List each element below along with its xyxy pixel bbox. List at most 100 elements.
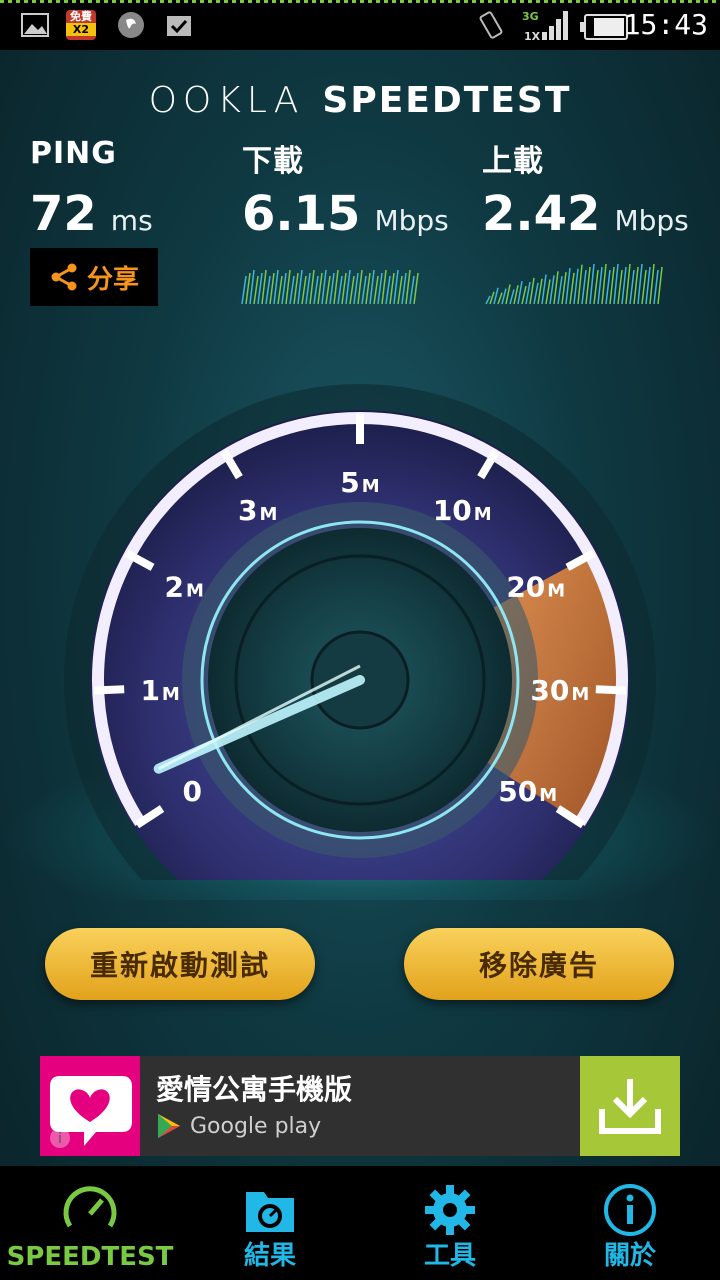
sparkline-bar — [517, 281, 523, 305]
sparkline-bar — [617, 269, 623, 305]
sparkline-bar — [293, 272, 299, 305]
bottom-nav: SPEEDTEST 結果 工具 關於 — [0, 1166, 720, 1280]
download-unit: Mbps — [374, 204, 449, 237]
ad-banner[interactable]: i 愛情公寓手機版 Google play — [40, 1056, 680, 1156]
gauge-tick-label: 0 — [183, 775, 202, 808]
sparkline-bar — [413, 272, 419, 305]
sparkline-bar — [273, 269, 279, 305]
speedometer-icon — [63, 1186, 117, 1228]
sparkline-bar — [637, 263, 643, 305]
sparkline-bar — [265, 275, 271, 305]
ad-title: 愛情公寓手機版 — [156, 1073, 353, 1106]
sparkline-bar — [321, 269, 327, 305]
sparkline-bar — [289, 275, 295, 305]
sparkline-bar — [493, 287, 499, 305]
ping-unit: ms — [110, 204, 153, 237]
ping-value: 72 — [30, 186, 97, 242]
sparkline-bar — [309, 269, 315, 305]
nav-item-tools[interactable]: 工具 — [360, 1166, 540, 1280]
notification-badge-icon: 免費 X2 — [66, 10, 96, 40]
ping-value-group: 72 ms — [30, 186, 153, 242]
nav-label-speedtest: SPEEDTEST — [6, 1242, 174, 1272]
status-time: 15:43 — [623, 8, 708, 41]
sparkline-bar — [325, 275, 331, 305]
sparkline-bar — [513, 285, 519, 305]
gear-icon — [425, 1185, 475, 1235]
sparkline-bar — [545, 279, 551, 305]
sparkline-bar — [597, 266, 603, 305]
nav-item-results[interactable]: 結果 — [180, 1166, 360, 1280]
share-icon — [51, 263, 77, 291]
share-button[interactable]: 分享 — [30, 248, 158, 306]
sparkline-bar — [629, 269, 635, 305]
sparkline-bar — [365, 272, 371, 305]
sparkline-bar — [605, 269, 611, 305]
sparkline-bar — [401, 272, 407, 305]
speed-gauge: 01 M2 M3 M5 M10 M20 M30 M50 M — [64, 384, 656, 880]
sparkline-bar — [633, 266, 639, 305]
sparkline-bar — [565, 267, 571, 305]
nav-label-tools: 工具 — [423, 1241, 476, 1271]
status-bar: 免費 X2 3G 1X 15:43 — [0, 0, 720, 50]
sparkline-bar — [397, 275, 403, 305]
sparkline-bar — [285, 269, 291, 305]
download-label: 下載 — [242, 144, 304, 179]
upload-value: 2.42 — [482, 186, 601, 242]
sparkline-bar — [369, 269, 375, 305]
sparkline-bar — [389, 272, 395, 305]
sparkline-bar — [557, 276, 563, 305]
download-value-group: 6.15 Mbps — [242, 186, 449, 242]
status-progress-line — [0, 0, 720, 3]
sparkline-bar — [373, 275, 379, 305]
nav-label-about: 關於 — [603, 1241, 656, 1271]
sparkline-bar — [349, 275, 355, 305]
sparkline-bar — [613, 263, 619, 305]
sparkline-bar — [485, 295, 491, 305]
download-icon — [599, 1079, 661, 1134]
sparkline-bar — [245, 272, 251, 305]
remove-ads-button[interactable]: 移除廣告 — [404, 928, 674, 1000]
nav-item-speedtest[interactable]: SPEEDTEST — [0, 1166, 180, 1280]
sparkline-bar — [609, 266, 615, 305]
sparkline-bar — [281, 272, 287, 305]
share-label: 分享 — [86, 264, 139, 295]
upload-label: 上載 — [482, 144, 544, 179]
ad-download-button[interactable] — [580, 1056, 680, 1156]
sparkline-bar — [593, 269, 599, 305]
nav-label-results: 結果 — [243, 1241, 296, 1271]
sparkline-bar — [305, 272, 311, 305]
sparkline-bar — [621, 266, 627, 305]
sparkline-bar — [269, 272, 275, 305]
app-brand: OOKLA SPEEDTEST — [0, 80, 720, 121]
sync-app-icon — [118, 12, 144, 38]
signal-icon — [542, 11, 568, 40]
sparkline-bar — [649, 263, 655, 305]
sparkline-bar — [329, 272, 335, 305]
nav-item-about[interactable]: 關於 — [540, 1166, 720, 1280]
sparkline-bar — [601, 263, 607, 305]
sparkline-bar — [357, 269, 363, 305]
heart-chat-icon: i — [50, 1076, 132, 1148]
sparkline-bar — [585, 266, 591, 305]
battery-icon — [580, 14, 628, 40]
sparkline-bar — [509, 289, 515, 305]
ad-store-label: Google play — [190, 1113, 322, 1139]
sparkline-bar — [505, 284, 511, 305]
download-value: 6.15 — [242, 186, 361, 242]
sparkline-bar — [657, 266, 663, 305]
restart-test-button[interactable]: 重新啟動測試 — [45, 928, 315, 1000]
sparkline-bar — [533, 282, 539, 305]
sparkline-bar — [261, 269, 267, 305]
sparkline-bar — [625, 263, 631, 305]
sparkline-bar — [497, 292, 503, 305]
upload-unit: Mbps — [614, 204, 689, 237]
sparkline-bar — [377, 272, 383, 305]
sparkline-bar — [345, 269, 351, 305]
sparkline-bar — [313, 275, 319, 305]
info-icon — [604, 1184, 656, 1236]
sparkline-bar — [337, 275, 343, 305]
ad-store-badge: Google play — [156, 1112, 321, 1140]
sparkline-bar — [641, 269, 647, 305]
sparkline-bar — [277, 275, 283, 305]
upload-value-group: 2.42 Mbps — [482, 186, 689, 242]
